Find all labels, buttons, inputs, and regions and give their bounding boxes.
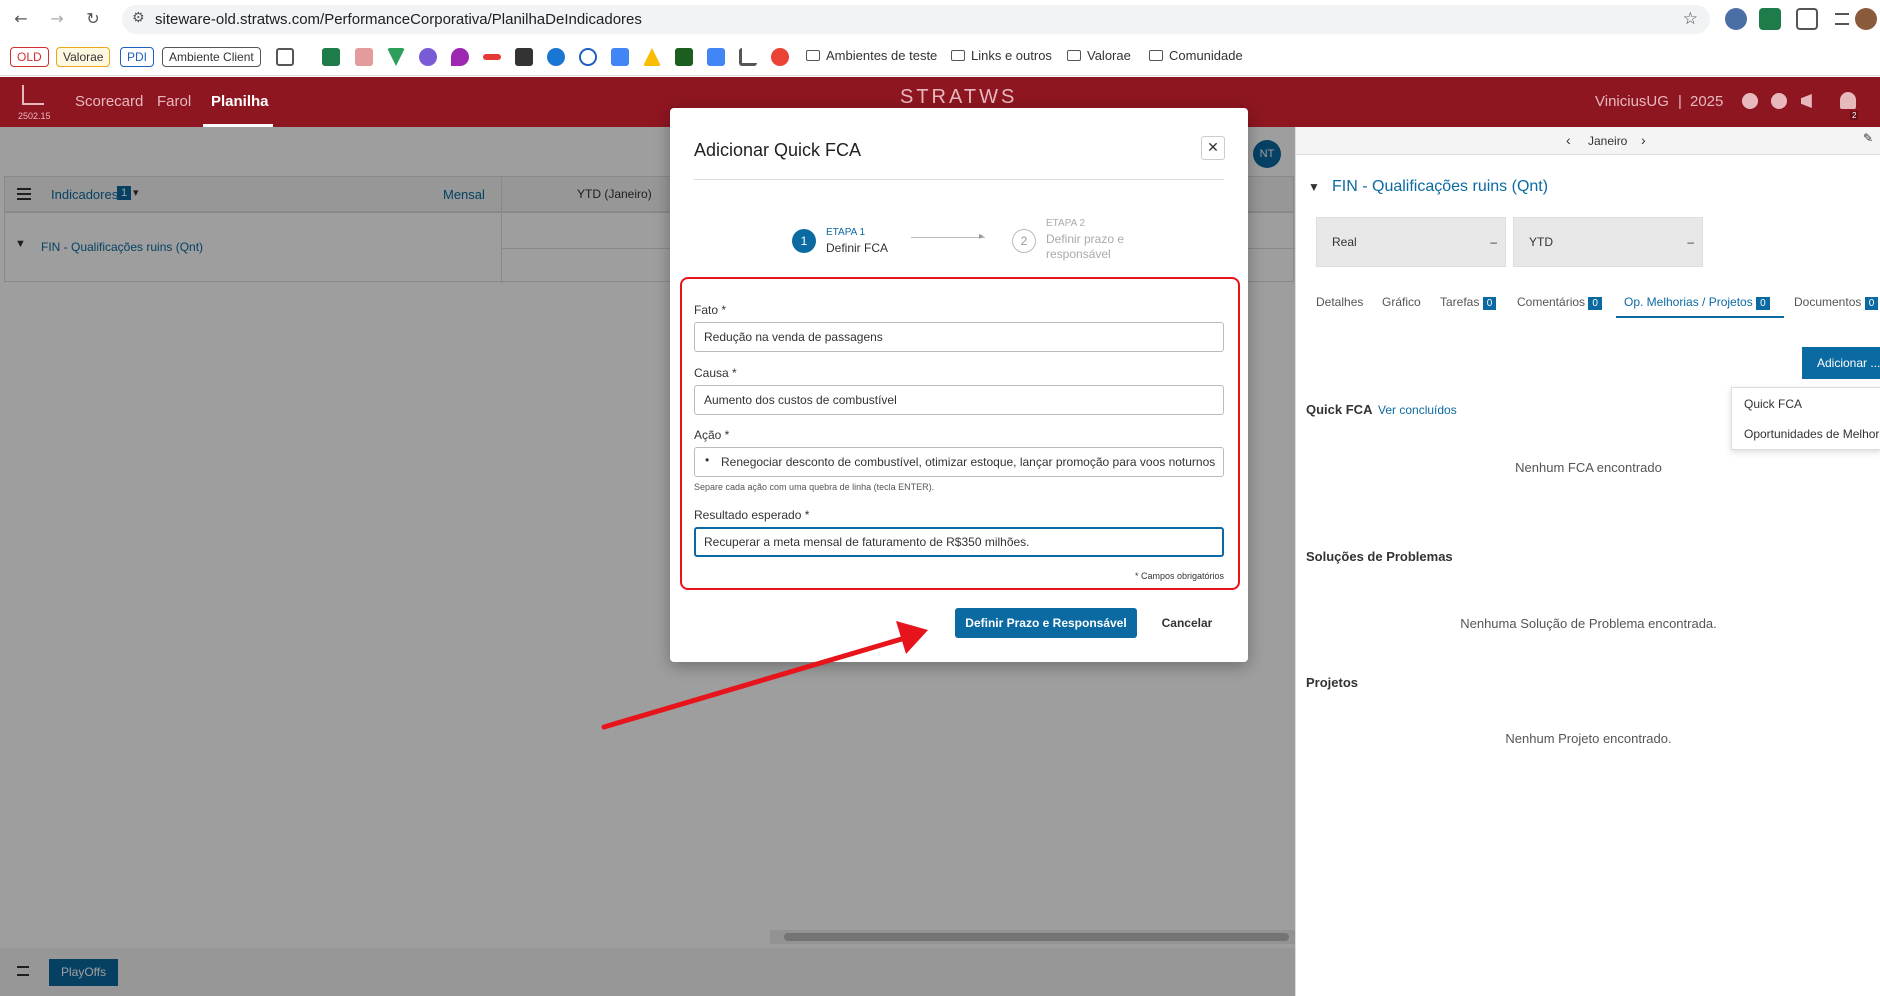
annotation-arrow: [601, 621, 928, 730]
arrow-shaft: [601, 635, 908, 730]
